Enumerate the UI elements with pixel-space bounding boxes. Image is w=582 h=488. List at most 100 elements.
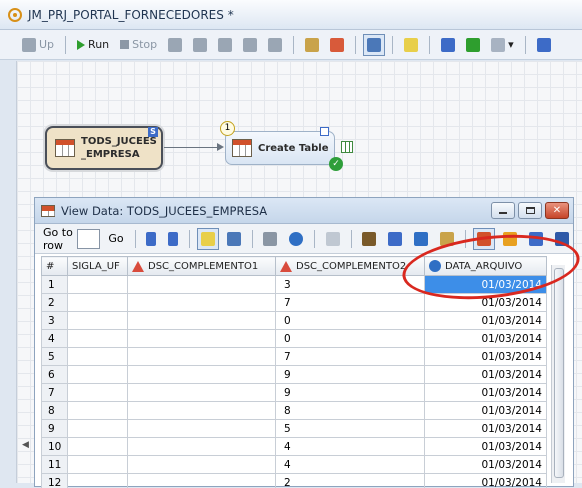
row-number-cell[interactable]: 6 [42,366,68,384]
goto-row-input[interactable] [77,229,100,249]
step-button[interactable] [264,34,286,56]
log-button[interactable] [533,34,555,56]
dsc-complemento2-cell[interactable]: 7 [276,348,425,366]
sigla-uf-cell[interactable] [68,420,128,438]
data-arquivo-cell[interactable]: 01/03/2014 [425,330,547,348]
dsc-complemento1-cell[interactable] [128,384,276,402]
minimize-button[interactable] [491,202,515,219]
row-number-cell[interactable]: 7 [42,384,68,402]
run-button[interactable]: Run [73,34,113,56]
dsc-complemento1-cell[interactable] [128,276,276,294]
table-row[interactable]: 8801/03/2014 [42,402,547,420]
table-row[interactable]: 3 001/03/2014 [42,312,547,330]
sigla-uf-cell[interactable] [68,456,128,474]
sigla-uf-cell[interactable] [68,348,128,366]
copy-button[interactable] [322,228,344,250]
view-toggle-button[interactable] [363,34,385,56]
table-row[interactable]: 4 001/03/2014 [42,330,547,348]
sigla-uf-cell[interactable] [68,366,128,384]
table-row[interactable]: 11 401/03/2014 [42,456,547,474]
table-view-button[interactable] [197,228,219,250]
row-number-cell[interactable]: 10 [42,438,68,456]
dsc-complemento2-cell[interactable]: 0 [276,330,425,348]
detail-view-button[interactable] [223,228,245,250]
data-arquivo-cell[interactable]: 01/03/2014 [425,366,547,384]
stop-button[interactable]: Stop [116,34,161,56]
dsc-complemento1-cell[interactable] [128,294,276,312]
sigla-uf-cell[interactable] [68,438,128,456]
source-table-node[interactable]: TODS_JUCEES _EMPRESA S [45,126,163,170]
dsc-complemento2-cell[interactable]: 0 [276,312,425,330]
run-step-button[interactable] [164,34,186,56]
table-row[interactable]: 5701/03/2014 [42,348,547,366]
data-arquivo-cell[interactable]: 01/03/2014 [425,420,547,438]
debug-button[interactable] [239,34,261,56]
dsc-complemento2-cell[interactable]: 2 [276,474,425,488]
sigla-uf-cell[interactable] [68,312,128,330]
refresh-button[interactable] [285,228,307,250]
row-number-cell[interactable]: 4 [42,330,68,348]
row-number-cell[interactable]: 3 [42,312,68,330]
find-button[interactable] [358,228,380,250]
row-number-cell[interactable]: 2 [42,294,68,312]
sigla-uf-cell[interactable] [68,276,128,294]
row-number-cell[interactable]: 5 [42,348,68,366]
sigla-uf-cell[interactable] [68,402,128,420]
rows-button[interactable] [462,34,484,56]
row-number-cell[interactable]: 11 [42,456,68,474]
col-header-sigla-uf[interactable]: SIGLA_UF [68,257,128,276]
properties-button[interactable] [301,34,323,56]
dsc-complemento1-cell[interactable] [128,402,276,420]
row-number-cell[interactable]: 8 [42,402,68,420]
table-row[interactable]: 12 201/03/2014 [42,474,547,488]
table-row[interactable]: 6 901/03/2014 [42,366,547,384]
row-number-cell[interactable]: 9 [42,420,68,438]
data-arquivo-cell[interactable]: 01/03/2014 [425,438,547,456]
first-row-button[interactable] [142,228,160,250]
dsc-complemento2-cell[interactable]: 9 [276,366,425,384]
output-table-icon[interactable] [341,141,353,153]
print-button[interactable] [259,228,281,250]
dsc-complemento2-cell[interactable]: 4 [276,456,425,474]
run-to-button[interactable] [189,34,211,56]
data-arquivo-cell[interactable]: 01/03/2014 [425,474,547,488]
vertical-scrollbar[interactable] [551,265,565,483]
dsc-complemento2-cell[interactable]: 9 [276,384,425,402]
dsc-complemento2-cell[interactable]: 8 [276,402,425,420]
dsc-complemento1-cell[interactable] [128,348,276,366]
dsc-complemento2-cell[interactable]: 5 [276,420,425,438]
row-number-cell[interactable]: 1 [42,276,68,294]
columns-button[interactable] [437,34,459,56]
maximize-button[interactable] [518,202,542,219]
sigla-uf-cell[interactable] [68,474,128,488]
dsc-complemento1-cell[interactable] [128,456,276,474]
col-header-dsc-complemento1[interactable]: DSC_COMPLEMENTO1 [128,257,276,276]
sigla-uf-cell[interactable] [68,330,128,348]
table-row[interactable]: 7 901/03/2014 [42,384,547,402]
dsc-complemento1-cell[interactable] [128,474,276,488]
mapping-button[interactable] [326,34,348,56]
dsc-complemento2-cell[interactable]: 7 [276,294,425,312]
scrollbar-thumb[interactable] [554,268,564,478]
create-table-node[interactable]: Create Table [225,131,335,165]
go-button[interactable]: Go [104,228,127,250]
data-arquivo-cell[interactable]: 01/03/2014 [425,312,547,330]
filter-button[interactable] [410,228,432,250]
dsc-complemento1-cell[interactable] [128,330,276,348]
row-number-cell[interactable]: 12 [42,474,68,488]
dsc-complemento1-cell[interactable] [128,366,276,384]
sort-button[interactable] [384,228,406,250]
data-arquivo-cell[interactable]: 01/03/2014 [425,384,547,402]
data-arquivo-cell[interactable]: 01/03/2014 [425,402,547,420]
last-row-button[interactable] [164,228,182,250]
dsc-complemento2-cell[interactable]: 4 [276,438,425,456]
sigla-uf-cell[interactable] [68,294,128,312]
table-row[interactable]: 9 501/03/2014 [42,420,547,438]
scroll-left-icon[interactable]: ◀ [22,440,29,450]
dsc-complemento1-cell[interactable] [128,438,276,456]
dsc-complemento1-cell[interactable] [128,312,276,330]
up-button[interactable]: Up [18,34,58,56]
dsc-complemento1-cell[interactable] [128,420,276,438]
col-header-row-number[interactable]: # [42,257,68,276]
data-arquivo-cell[interactable]: 01/03/2014 [425,456,547,474]
